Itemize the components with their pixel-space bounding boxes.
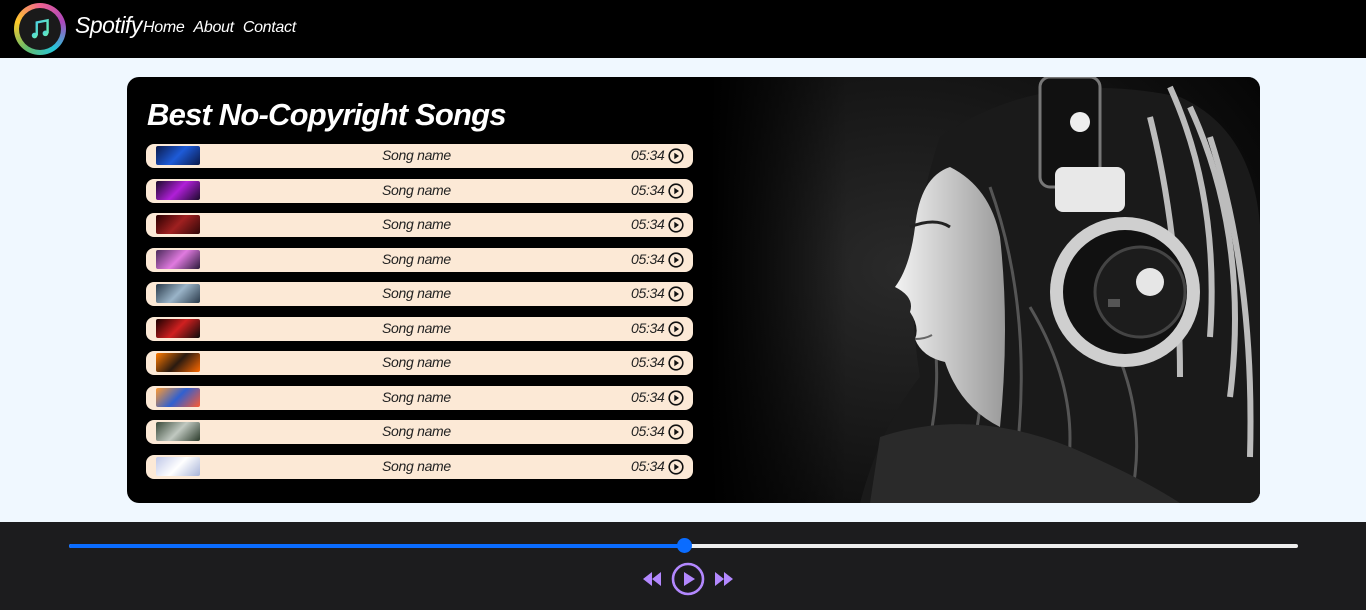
song-name: Song name: [382, 250, 451, 267]
player-controls: [640, 562, 734, 596]
song-item[interactable]: Song name 05:34: [146, 247, 693, 272]
nav-link-home[interactable]: Home: [143, 19, 185, 37]
nav-links: Home About Contact: [143, 19, 296, 37]
navbar: Spotify Home About Contact: [0, 0, 1366, 58]
play-circle-icon[interactable]: [668, 424, 684, 440]
song-thumbnail: [156, 284, 200, 303]
backward-icon[interactable]: [643, 572, 661, 586]
song-name: Song name: [382, 181, 451, 198]
song-name: Song name: [382, 354, 451, 370]
hero-image: [710, 77, 1260, 503]
song-name: Song name: [382, 147, 451, 163]
song-name: Song name: [382, 423, 451, 439]
song-thumbnail: [156, 318, 200, 338]
play-circle-icon[interactable]: [668, 458, 684, 475]
play-circle-icon[interactable]: [668, 148, 684, 164]
song-thumbnail: [156, 215, 200, 234]
song-duration: 05:34: [631, 319, 665, 336]
song-item[interactable]: Song name 05:34: [146, 282, 693, 306]
logo[interactable]: [14, 3, 66, 55]
player-bar: [0, 522, 1366, 610]
song-item[interactable]: Song name 05:34: [146, 454, 693, 479]
play-circle-icon[interactable]: [668, 251, 684, 268]
song-duration: 05:34: [631, 388, 665, 405]
song-name: Song name: [382, 388, 451, 405]
song-name: Song name: [382, 285, 451, 301]
song-duration: 05:34: [631, 147, 665, 163]
play-circle-icon[interactable]: [668, 355, 684, 371]
progress-fill: [69, 544, 684, 548]
song-duration: 05:34: [631, 457, 665, 474]
song-thumbnail: [156, 422, 200, 441]
song-name: Song name: [382, 457, 451, 474]
play-circle-icon[interactable]: [668, 320, 684, 337]
progress-handle[interactable]: [676, 538, 692, 553]
song-thumbnail: [156, 353, 200, 372]
songs-container: Best No-Copyright Songs Song name 05:34 So…: [127, 77, 1260, 503]
play-circle-icon[interactable]: [668, 286, 684, 302]
song-duration: 05:34: [631, 354, 665, 370]
play-circle-icon[interactable]: [668, 217, 684, 233]
song-thumbnail: [156, 249, 200, 269]
song-thumbnail: [156, 146, 200, 165]
song-duration: 05:34: [631, 181, 665, 198]
music-note-icon: [31, 18, 49, 39]
play-circle-icon[interactable]: [668, 182, 684, 199]
song-item[interactable]: Song name 05:34: [146, 213, 693, 237]
song-item[interactable]: Song name 05:34: [146, 144, 693, 168]
song-duration: 05:34: [631, 216, 665, 232]
song-list: Song name 05:34 Song name 05:34 Song name 05:…: [146, 144, 693, 489]
song-item[interactable]: Song name 05:34: [146, 316, 693, 341]
nav-link-contact[interactable]: Contact: [243, 19, 296, 37]
song-item[interactable]: Song name 05:34: [146, 385, 693, 410]
nav-link-about[interactable]: About: [193, 19, 234, 37]
song-thumbnail: [156, 456, 200, 476]
song-duration: 05:34: [631, 423, 665, 439]
song-name: Song name: [382, 216, 451, 232]
brand-name[interactable]: Spotify: [75, 12, 142, 39]
progress-slider[interactable]: [69, 538, 1298, 553]
song-item[interactable]: Song name 05:34: [146, 351, 693, 375]
song-thumbnail: [156, 387, 200, 407]
play-circle-icon[interactable]: [668, 389, 684, 406]
song-item[interactable]: Song name 05:34: [146, 420, 693, 444]
play-circle-icon[interactable]: [671, 562, 705, 596]
song-duration: 05:34: [631, 285, 665, 301]
forward-icon[interactable]: [715, 572, 733, 586]
song-duration: 05:34: [631, 250, 665, 267]
song-item[interactable]: Song name 05:34: [146, 178, 693, 203]
page-title: Best No-Copyright Songs: [147, 97, 507, 132]
song-name: Song name: [382, 319, 451, 336]
song-thumbnail: [156, 180, 200, 200]
